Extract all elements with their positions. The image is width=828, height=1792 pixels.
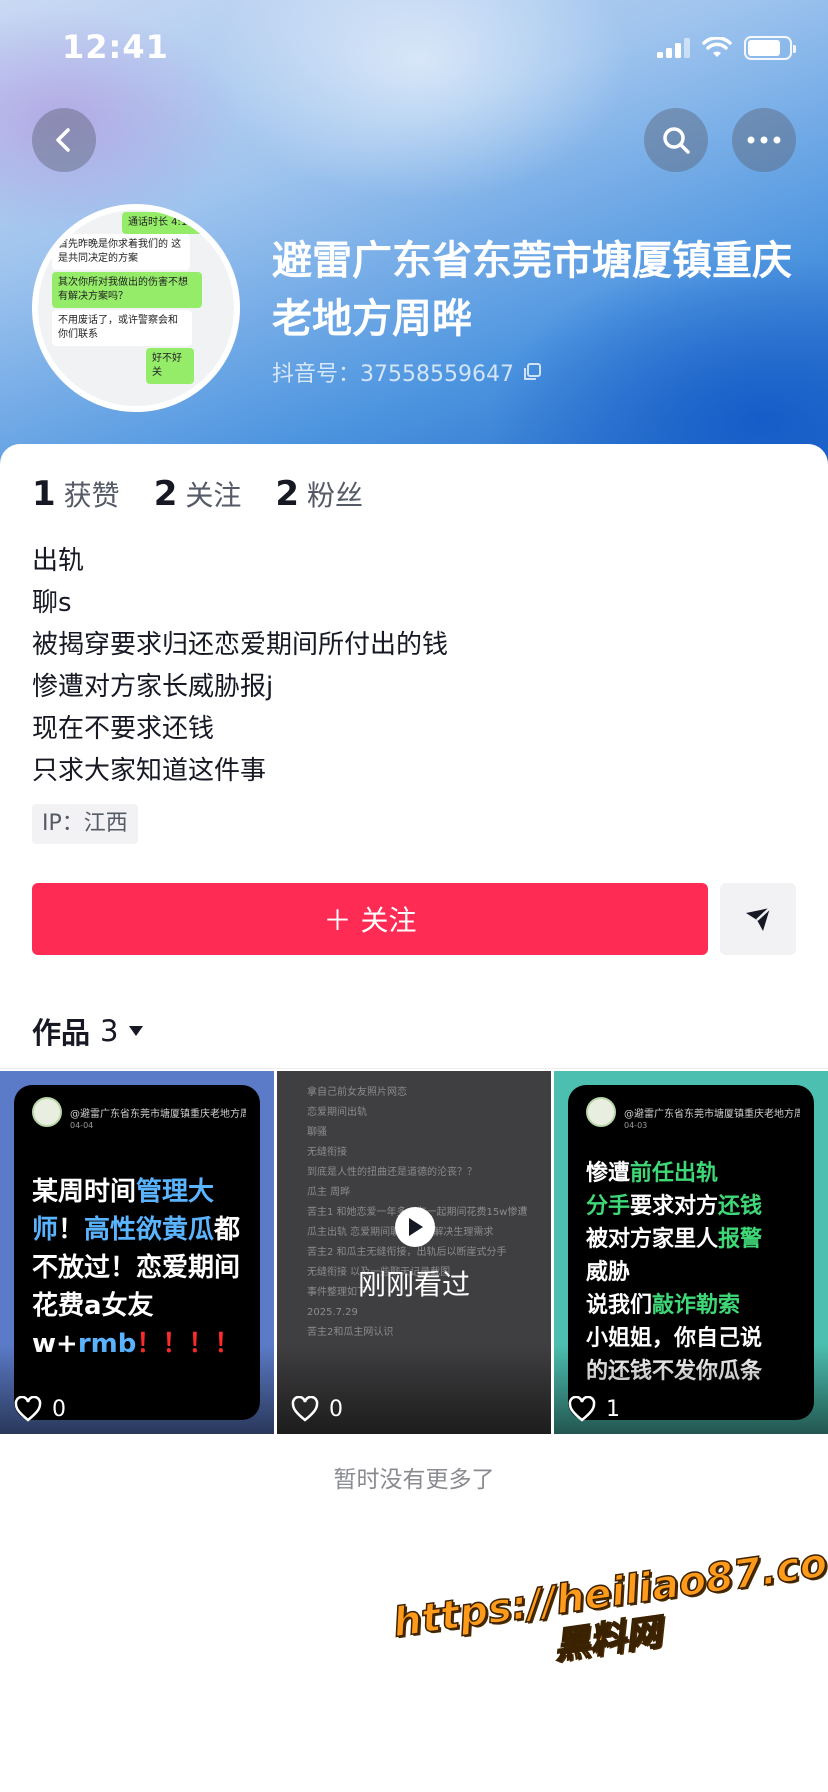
avatar-chat-bubble: 不用废话了，或许警察会和你们联系 bbox=[52, 310, 192, 346]
thumbnail-header: @避雷广东省东莞市塘厦镇重庆老地方周晔 bbox=[586, 1097, 800, 1127]
avatar-chat-bubble: 其次你所对我做出的伤害不想有解决方案吗？ bbox=[52, 272, 202, 308]
douyin-id-text: 抖音号：37558559647 bbox=[272, 362, 514, 387]
stat-number: 1 bbox=[32, 474, 56, 514]
end-of-list-text: 暂时没有更多了 bbox=[333, 1467, 495, 1493]
like-count: 0 bbox=[52, 1396, 66, 1422]
like-count: 1 bbox=[606, 1396, 620, 1422]
status-icons bbox=[657, 36, 796, 60]
avatar-chat-bubble: 首先昨晚是你求着我们的 这是共同决定的方案 bbox=[52, 234, 190, 270]
caption-segment: 高性欲黄瓜 bbox=[84, 1215, 215, 1245]
ip-location-tag: IP：江西 bbox=[32, 804, 138, 844]
caption-segment: 敲诈勒索 bbox=[652, 1293, 741, 1318]
stat-label: 关注 bbox=[185, 479, 242, 512]
caption-line: 2025.7.29 bbox=[307, 1307, 358, 1318]
search-button[interactable] bbox=[644, 108, 708, 172]
caption-line: 到底是人性的扭曲还是道德的沦丧？？ bbox=[307, 1167, 477, 1178]
heart-icon bbox=[568, 1396, 596, 1422]
avatar-chat-bubble: 通话时长 4:10 bbox=[122, 212, 212, 234]
profile-bio: 出轨 聊s 被揭穿要求归还恋爱期间所付出的钱 惨遭对方家长威胁报j 现在不要求还… bbox=[32, 540, 448, 792]
profile-stats: 1 获赞 2 关注 2 粉丝 bbox=[32, 474, 363, 514]
caret-down-icon bbox=[129, 1026, 144, 1036]
caption-segment: 报警 bbox=[718, 1227, 763, 1252]
like-count: 0 bbox=[329, 1396, 343, 1422]
stat-following[interactable]: 2 关注 bbox=[154, 474, 242, 514]
stat-number: 2 bbox=[153, 474, 178, 514]
works-count: 3 bbox=[100, 1014, 119, 1048]
caption-line: 拿自己前女友照片网恋 bbox=[307, 1087, 407, 1098]
thumbnail-date: 04-03 bbox=[624, 1121, 648, 1130]
thumbnail-avatar bbox=[32, 1097, 62, 1127]
heart-icon bbox=[14, 1396, 42, 1422]
works-grid: @避雷广东省东莞市塘厦镇重庆老地方周晔 04-04 某周时间管理大师！高性欲黄瓜… bbox=[0, 1071, 828, 1434]
caption-segment: 被对方家里人 bbox=[586, 1227, 719, 1252]
caption-segment: 说我们 bbox=[586, 1293, 653, 1318]
bio-line: 聊s bbox=[32, 588, 72, 618]
copy-icon[interactable] bbox=[522, 362, 542, 382]
video-thumbnail[interactable]: @避雷广东省东莞市塘厦镇重庆老地方周晔 04-03 惨遭前任出轨分手要求对方还钱… bbox=[554, 1071, 828, 1434]
caption-segment: ！ bbox=[58, 1215, 85, 1245]
thumbnail-caption: 某周时间管理大师！高性欲黄瓜都不放过！恋爱期间花费a女友w+rmb！！！！ bbox=[32, 1173, 248, 1363]
more-dots-icon bbox=[747, 136, 781, 144]
thumbnail-likes: 0 bbox=[14, 1396, 66, 1422]
thumbnail-likes: 0 bbox=[291, 1396, 343, 1422]
more-button[interactable] bbox=[732, 108, 796, 172]
heart-icon bbox=[291, 1396, 319, 1422]
share-button[interactable] bbox=[720, 883, 796, 955]
thumbnail-date: 04-04 bbox=[70, 1121, 94, 1130]
thumbnail-likes: 1 bbox=[568, 1396, 620, 1422]
avatar-chat-bubble: 好不好关 bbox=[146, 348, 194, 384]
works-tab[interactable]: 作品 3 bbox=[32, 1010, 144, 1052]
stat-label: 粉丝 bbox=[307, 479, 364, 512]
chevron-left-icon bbox=[56, 128, 70, 152]
divider bbox=[0, 1068, 828, 1069]
bio-line: 现在不要求还钱 bbox=[32, 714, 215, 744]
caption-segment: 惨遭 bbox=[586, 1161, 631, 1186]
back-button[interactable] bbox=[32, 108, 96, 172]
play-button[interactable] bbox=[395, 1207, 435, 1247]
caption-line: 苦主2和瓜主网认识 bbox=[307, 1327, 394, 1338]
stat-number: 2 bbox=[275, 474, 300, 514]
bio-line: 出轨 bbox=[32, 546, 85, 576]
bio-line: 惨遭对方家长威胁报j bbox=[32, 672, 274, 702]
caption-line: 瓜主 周晔 bbox=[307, 1187, 351, 1198]
battery-icon bbox=[744, 36, 796, 60]
thumbnail-avatar bbox=[586, 1097, 616, 1127]
caption-segment: 要求对方 bbox=[630, 1194, 719, 1219]
stat-label: 获赞 bbox=[63, 479, 120, 512]
caption-segment: 分手 bbox=[586, 1194, 631, 1219]
bio-line: 被揭穿要求归还恋爱期间所付出的钱 bbox=[32, 630, 449, 660]
cellular-signal-icon bbox=[657, 38, 690, 58]
stat-likes[interactable]: 1 获赞 bbox=[32, 474, 120, 514]
follow-button[interactable]: ＋ 关注 bbox=[32, 883, 708, 955]
thumbnail-author: @避雷广东省东莞市塘厦镇重庆老地方周晔 bbox=[624, 1108, 800, 1120]
thumbnail-header: @避雷广东省东莞市塘厦镇重庆老地方周晔 bbox=[32, 1097, 246, 1127]
caption-segment: 威胁 bbox=[586, 1260, 631, 1285]
send-icon bbox=[746, 907, 771, 931]
video-thumbnail[interactable]: @避雷广东省东莞市塘厦镇重庆老地方周晔 04-04 某周时间管理大师！高性欲黄瓜… bbox=[0, 1071, 274, 1434]
caption-line: 无缝衔接 bbox=[307, 1147, 347, 1158]
profile-nickname: 避雷广东省东莞市塘厦镇重庆老地方周晔 bbox=[272, 238, 792, 342]
recently-watched-label: 刚刚看过 bbox=[357, 1268, 470, 1301]
status-time: 12:41 bbox=[62, 28, 169, 66]
caption-line: 聊骚 bbox=[307, 1127, 327, 1138]
works-title: 作品 bbox=[32, 1016, 91, 1050]
play-icon bbox=[409, 1218, 423, 1236]
video-thumbnail[interactable]: 拿自己前女友照片网恋 恋爱期间出轨 聊骚无缝衔接到底是人性的扭曲还是道德的沦丧？？ 瓜… bbox=[277, 1071, 551, 1434]
bio-line: 只求大家知道这件事 bbox=[32, 756, 267, 786]
caption-segment: 某周时间 bbox=[32, 1177, 137, 1207]
caption-segment: 前任出轨 bbox=[630, 1161, 719, 1186]
caption-segment: 还钱 bbox=[718, 1194, 763, 1219]
caption-line: 恋爱期间出轨 bbox=[307, 1107, 367, 1118]
thumbnail-author: @避雷广东省东莞市塘厦镇重庆老地方周晔 bbox=[70, 1108, 246, 1120]
search-icon bbox=[663, 127, 690, 154]
douyin-id[interactable]: 抖音号：37558559647 bbox=[272, 356, 542, 388]
stat-followers[interactable]: 2 粉丝 bbox=[275, 474, 363, 514]
wifi-icon bbox=[702, 37, 732, 57]
avatar[interactable]: 通话时长 4:10 首先昨晚是你求着我们的 这是共同决定的方案 其次你所对我做出… bbox=[32, 204, 240, 412]
